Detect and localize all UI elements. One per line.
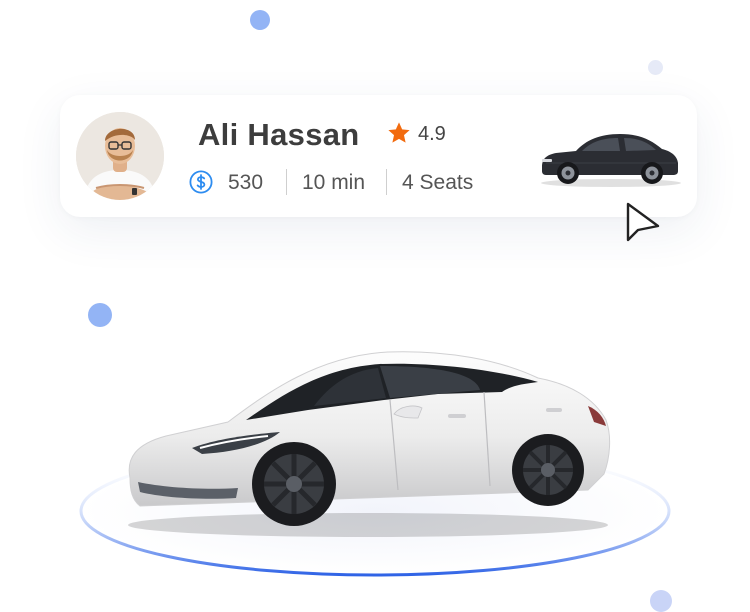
driver-rating: 4.9 [418, 123, 446, 145]
decorative-dot [650, 590, 672, 612]
mouse-pointer-icon [626, 202, 660, 242]
divider [386, 169, 387, 195]
driver-ride-card[interactable]: Ali Hassan 4.9 530 10 min 4 Seats [60, 95, 697, 217]
suv-car-image [541, 134, 681, 187]
driver-avatar [76, 112, 164, 200]
ride-duration: 10 min [302, 171, 366, 194]
dollar-coin-icon [189, 170, 213, 194]
decorative-dot [88, 303, 112, 327]
divider [286, 169, 287, 195]
decorative-dot [648, 60, 663, 75]
star-icon [388, 122, 410, 143]
decorative-dot [250, 10, 270, 30]
app-canvas: Ali Hassan 4.9 530 10 min 4 Seats [0, 0, 750, 612]
ride-fare: 530 [228, 171, 264, 194]
sedan-car-image [128, 351, 611, 537]
ride-seats: 4 Seats [402, 171, 474, 194]
driver-name: Ali Hassan [198, 117, 360, 152]
